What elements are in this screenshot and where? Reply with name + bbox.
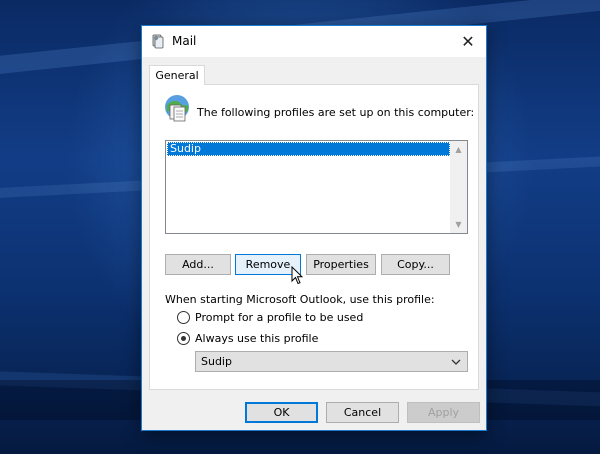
profiles-label: The following profiles are set up on thi… [197,106,475,119]
properties-button[interactable]: Properties [306,254,376,275]
prompt-profile-radio[interactable] [177,311,190,324]
profile-select[interactable]: Sudip [195,351,468,372]
ok-button[interactable]: OK [245,402,318,423]
close-button[interactable]: ✕ [450,26,486,57]
apply-button[interactable]: Apply [407,402,480,423]
close-icon: ✕ [461,32,475,51]
scroll-down-icon[interactable]: ▼ [450,216,467,233]
title-bar[interactable]: Mail ✕ [142,26,486,57]
chevron-down-icon [451,359,461,365]
mail-dialog: Mail ✕ General The following profiles ar… [141,25,487,431]
always-use-profile-radio[interactable] [177,332,190,345]
cancel-button[interactable]: Cancel [326,402,399,423]
tab-general[interactable]: General [149,65,205,85]
profiles-listbox[interactable]: Sudip ▲ ▼ [165,140,468,234]
radio-selected-dot [181,336,186,341]
copy-button[interactable]: Copy... [381,254,450,275]
scroll-up-icon[interactable]: ▲ [450,141,467,158]
window-title: Mail [172,34,197,48]
profile-list-item[interactable]: Sudip [167,142,450,156]
add-button[interactable]: Add... [165,254,231,275]
mouse-cursor-icon [291,266,303,285]
mail-app-icon [152,34,164,49]
listbox-scrollbar[interactable]: ▲ ▼ [450,141,467,233]
prompt-profile-label[interactable]: Prompt for a profile to be used [195,311,363,324]
general-tab-panel: The following profiles are set up on thi… [149,84,479,390]
profile-select-value: Sudip [201,355,232,368]
profiles-icon [165,95,189,122]
startup-profile-label: When starting Microsoft Outlook, use thi… [165,293,435,306]
always-use-profile-label[interactable]: Always use this profile [195,332,318,345]
